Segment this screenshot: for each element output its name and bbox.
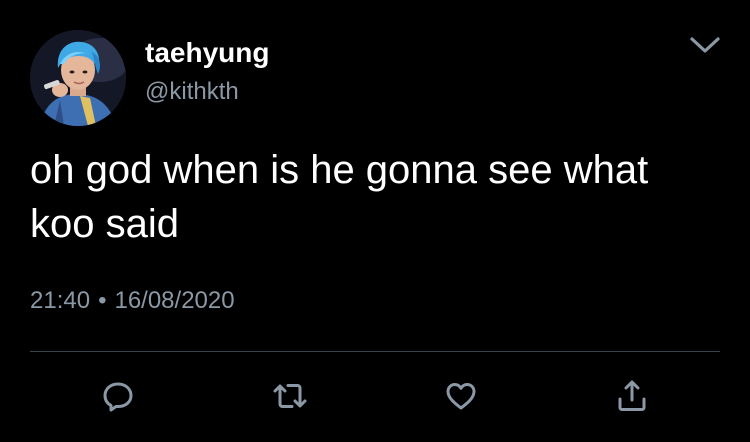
avatar-image bbox=[30, 30, 126, 126]
retweet-button[interactable] bbox=[270, 376, 310, 416]
share-button[interactable] bbox=[612, 376, 652, 416]
reply-button[interactable] bbox=[98, 376, 138, 416]
reply-icon bbox=[103, 382, 133, 412]
tweet-time: 21:40 bbox=[30, 287, 91, 314]
display-name[interactable]: taehyung bbox=[145, 37, 269, 69]
tweet-timestamp[interactable]: 21:40 • 16/08/2020 bbox=[30, 287, 235, 315]
timestamp-separator: • bbox=[98, 287, 107, 314]
heart-icon bbox=[446, 383, 476, 410]
avatar[interactable] bbox=[30, 30, 126, 126]
tweet-card: taehyung @kithkth oh god when is he gonn… bbox=[0, 0, 750, 442]
tweet-text: oh god when is he gonna see what koo sai… bbox=[30, 148, 649, 246]
retweet-icon bbox=[273, 384, 307, 408]
chevron-down-icon[interactable] bbox=[686, 30, 724, 60]
user-handle[interactable]: @kithkth bbox=[145, 78, 239, 106]
tweet-date: 16/08/2020 bbox=[114, 287, 235, 314]
divider bbox=[30, 351, 720, 352]
like-button[interactable] bbox=[441, 376, 481, 416]
share-icon bbox=[618, 380, 646, 411]
